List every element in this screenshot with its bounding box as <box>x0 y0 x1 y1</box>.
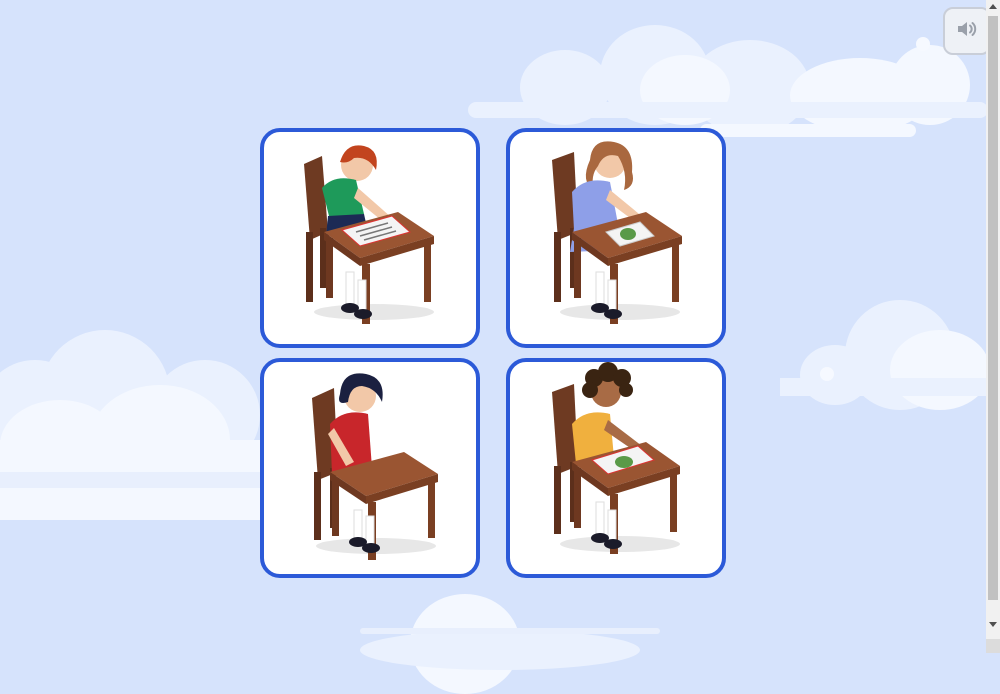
girl-drawing-curly-hair-illustration <box>552 362 680 554</box>
card-girl-green-shirt-writing[interactable] <box>260 128 480 348</box>
girl-writing-illustration <box>304 145 434 324</box>
girl-sitting-illustration <box>312 373 438 560</box>
card-girl-red-dress-sitting[interactable] <box>260 358 480 578</box>
sound-button[interactable] <box>943 7 991 55</box>
card-girl-yellow-shirt-drawing[interactable] <box>506 358 726 578</box>
girl-drawing-illustration <box>552 141 682 324</box>
scrollbar-thumb[interactable] <box>988 16 998 600</box>
scroll-down-arrow[interactable] <box>989 622 997 627</box>
speaker-icon <box>955 17 979 46</box>
vertical-scrollbar[interactable] <box>986 0 1000 653</box>
scrollbar-corner <box>986 639 1000 653</box>
scroll-up-arrow[interactable] <box>989 4 997 9</box>
card-girl-blue-dress-drawing[interactable] <box>506 128 726 348</box>
